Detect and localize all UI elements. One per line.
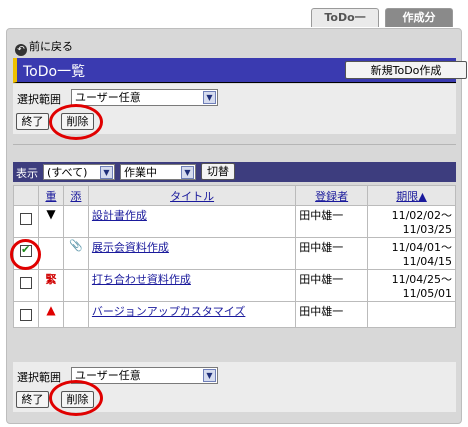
chevron-down-icon: ▼ bbox=[203, 91, 216, 104]
deadline-cell bbox=[367, 301, 456, 328]
header-importance[interactable]: 重 bbox=[37, 185, 64, 206]
row-checkbox[interactable] bbox=[19, 309, 32, 321]
attach-cell bbox=[62, 205, 89, 238]
show-label: 表示 bbox=[16, 167, 38, 180]
row-checkbox-cell bbox=[13, 301, 39, 328]
todo-title-link[interactable]: 打ち合わせ資料作成 bbox=[92, 273, 191, 286]
todo-title-link[interactable]: 設計書作成 bbox=[92, 209, 147, 222]
end-button[interactable]: 終了 bbox=[16, 113, 49, 130]
row-checkbox[interactable] bbox=[19, 243, 32, 257]
range-label: 選択範囲 bbox=[17, 93, 61, 106]
range-select-value: ユーザー任意 bbox=[75, 369, 141, 382]
chevron-down-icon: ▼ bbox=[100, 166, 113, 179]
delete-button[interactable]: 削除 bbox=[61, 391, 94, 408]
deadline-cell: 11/02/02〜 11/03/25 bbox=[367, 205, 456, 238]
paperclip-icon[interactable]: 📎 bbox=[69, 239, 83, 252]
new-todo-button[interactable]: 新規ToDo作成 bbox=[345, 61, 467, 79]
row-checkbox[interactable] bbox=[19, 277, 32, 289]
tab-created[interactable]: 作成分 bbox=[385, 8, 453, 27]
tab-todo-list[interactable]: ToDo一覧 bbox=[311, 8, 379, 42]
show-select-value: (すべて) bbox=[47, 166, 88, 179]
back-link[interactable]: ↶ 前に戻る bbox=[15, 40, 73, 56]
table-row: 📎 展示会資料作成 田中雄一 11/04/01〜 11/04/15 bbox=[10, 237, 456, 270]
low-priority-icon: ▼ bbox=[46, 207, 56, 221]
attach-cell: 📎 bbox=[62, 237, 89, 270]
delete-button[interactable]: 削除 bbox=[61, 113, 94, 130]
registrant-cell: 田中雄一 bbox=[295, 237, 369, 270]
top-action-box: 選択範囲 ユーザー任意 ▼ 終了 削除 bbox=[13, 84, 456, 140]
row-checkbox[interactable] bbox=[19, 213, 32, 225]
registrant-cell: 田中雄一 bbox=[295, 205, 369, 238]
page-header: ToDo一覧 新規ToDo作成 bbox=[13, 58, 467, 83]
urgent-icon: 緊 bbox=[45, 273, 57, 286]
header-deadline[interactable]: 期限▲ bbox=[367, 185, 456, 206]
high-priority-icon: ▲ bbox=[46, 303, 56, 317]
todo-title-link[interactable]: 展示会資料作成 bbox=[92, 241, 169, 254]
row-checkbox-cell bbox=[13, 269, 39, 302]
table-header-row: 重 添 タイトル 登録者 期限▲ bbox=[13, 185, 456, 206]
range-label: 選択範囲 bbox=[17, 371, 61, 384]
row-checkbox-cell bbox=[13, 205, 39, 238]
header-check bbox=[13, 185, 39, 206]
divider bbox=[13, 144, 456, 145]
table-row: ▼ 設計書作成 田中雄一 11/02/02〜 11/03/25 bbox=[13, 205, 456, 238]
row-checkbox-cell bbox=[10, 237, 41, 270]
importance-cell bbox=[37, 237, 64, 270]
back-link-label: 前に戻る bbox=[29, 40, 73, 53]
page-title: ToDo一覧 bbox=[23, 64, 86, 80]
todo-title-link[interactable]: バージョンアップカスタマイズ bbox=[92, 305, 245, 318]
importance-cell: ▲ bbox=[37, 301, 64, 328]
title-cell: 展示会資料作成 bbox=[87, 237, 297, 270]
registrant-cell: 田中雄一 bbox=[295, 301, 369, 328]
back-arrow-icon: ↶ bbox=[15, 44, 27, 56]
registrant-cell: 田中雄一 bbox=[295, 269, 369, 302]
table-row: 緊 打ち合わせ資料作成 田中雄一 11/04/25〜 11/05/01 bbox=[13, 269, 456, 302]
header-attach[interactable]: 添 bbox=[62, 185, 89, 206]
list-filter-bar: 表示 (すべて) ▼ 作業中 ▼ 切替 bbox=[13, 162, 456, 182]
header-title[interactable]: タイトル bbox=[87, 185, 297, 206]
header-registrant[interactable]: 登録者 bbox=[295, 185, 369, 206]
todo-table: 重 添 タイトル 登録者 期限▲ ▼ 設計書作成 田中雄一 11/02/02〜 … bbox=[10, 185, 456, 328]
importance-cell: 緊 bbox=[37, 269, 64, 302]
attach-cell bbox=[62, 269, 89, 302]
show-select[interactable]: (すべて) ▼ bbox=[43, 164, 115, 180]
range-select[interactable]: ユーザー任意 ▼ bbox=[71, 89, 218, 106]
chevron-down-icon: ▼ bbox=[181, 166, 194, 179]
status-select-value: 作業中 bbox=[124, 166, 157, 179]
title-cell: 設計書作成 bbox=[87, 205, 297, 238]
status-select[interactable]: 作業中 ▼ bbox=[120, 164, 196, 180]
chevron-down-icon: ▼ bbox=[203, 369, 216, 382]
importance-cell: ▼ bbox=[37, 205, 64, 238]
switch-button[interactable]: 切替 bbox=[201, 163, 235, 180]
title-cell: 打ち合わせ資料作成 bbox=[87, 269, 297, 302]
bottom-action-box: 選択範囲 ユーザー任意 ▼ 終了 削除 bbox=[13, 362, 456, 416]
table-row: ▲ バージョンアップカスタマイズ 田中雄一 bbox=[13, 301, 456, 328]
end-button[interactable]: 終了 bbox=[16, 391, 49, 408]
deadline-cell: 11/04/01〜 11/04/15 bbox=[367, 237, 456, 270]
attach-cell bbox=[62, 301, 89, 328]
deadline-cell: 11/04/25〜 11/05/01 bbox=[367, 269, 456, 302]
range-select-value: ユーザー任意 bbox=[75, 91, 141, 104]
title-cell: バージョンアップカスタマイズ bbox=[87, 301, 297, 328]
range-select[interactable]: ユーザー任意 ▼ bbox=[71, 367, 218, 384]
